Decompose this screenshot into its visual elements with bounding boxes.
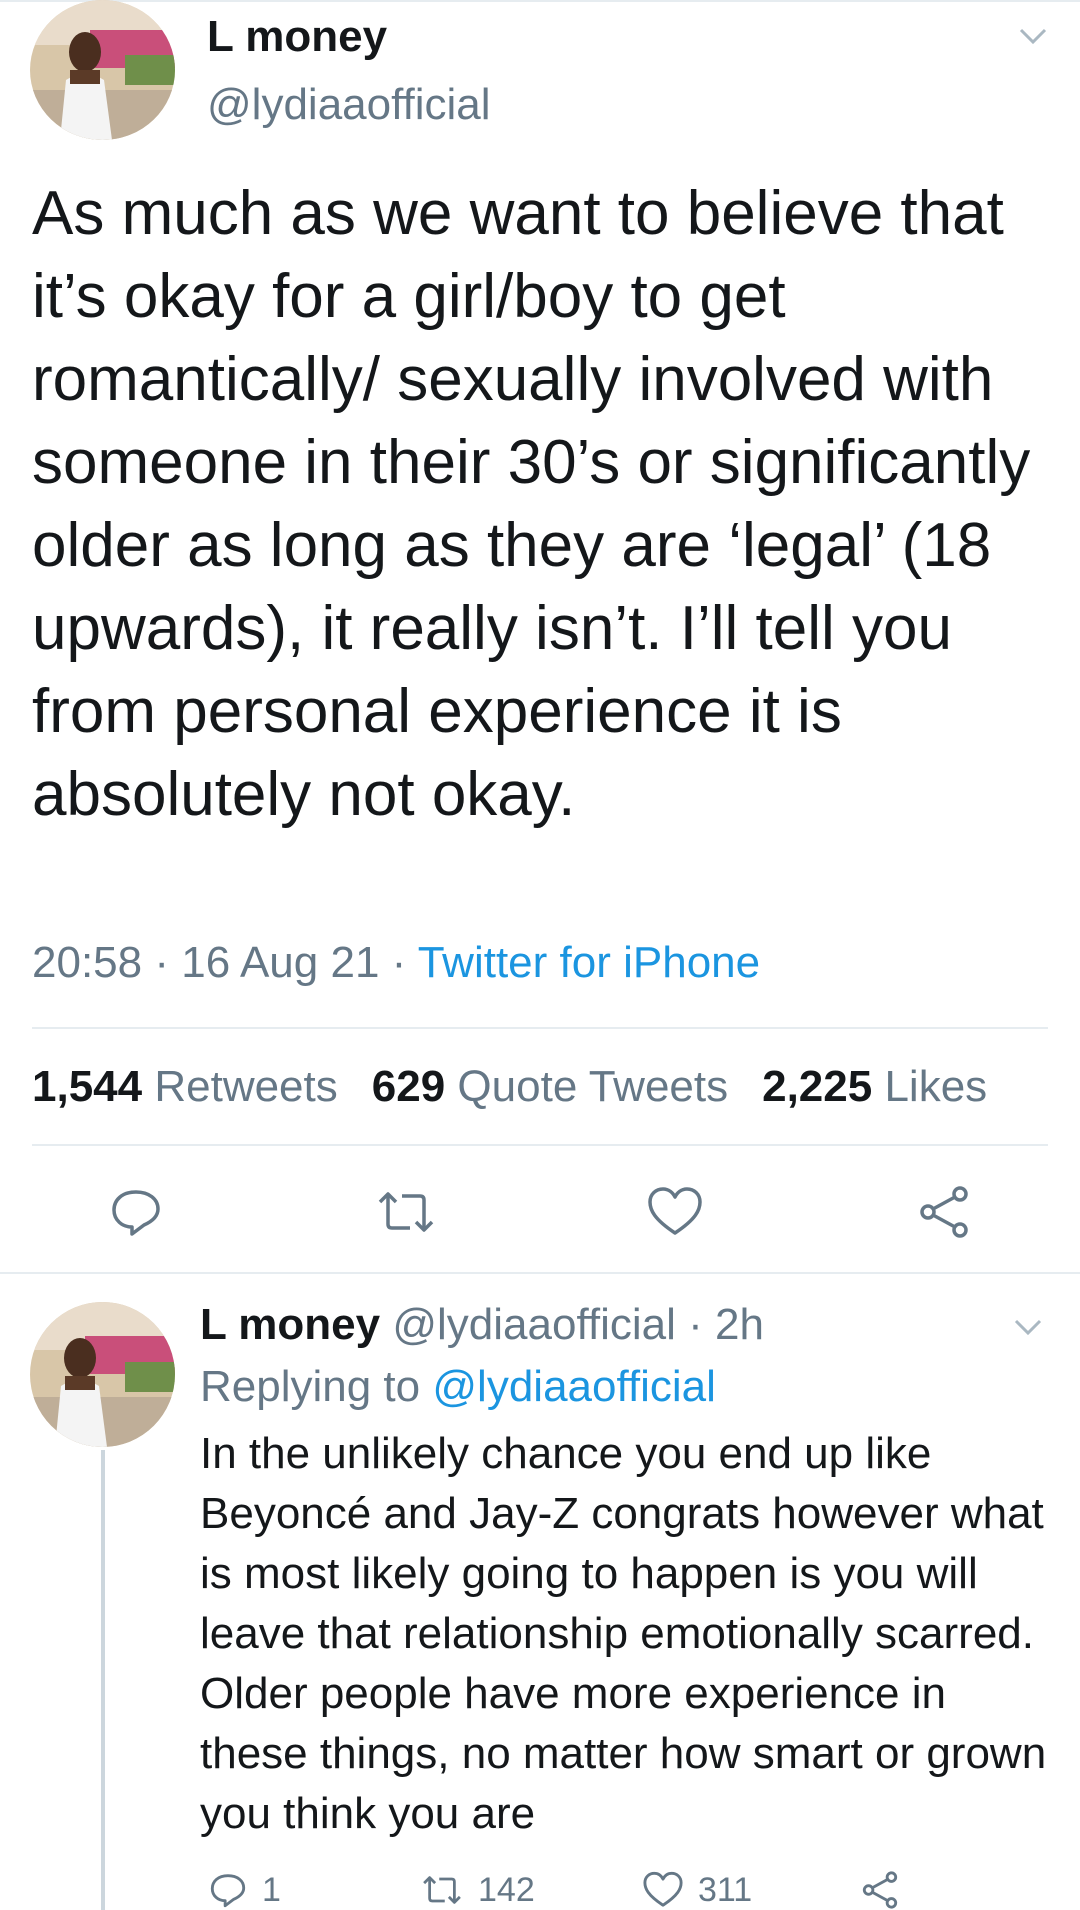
tweet-date: 16 Aug 21 [181, 938, 380, 987]
tweet-divider [0, 1272, 1080, 1274]
reply-icon[interactable] [108, 1184, 164, 1240]
meta-separator: · [675, 1300, 716, 1349]
retweets-count: 1,544 [32, 1062, 143, 1111]
tweet-source-link[interactable]: Twitter for iPhone [418, 938, 760, 987]
divider [32, 1027, 1048, 1029]
share-icon[interactable] [916, 1184, 972, 1240]
reply-reply-action[interactable]: 1 [208, 1870, 281, 1910]
reply-count: 1 [262, 1870, 281, 1909]
avatar[interactable] [30, 0, 175, 140]
replying-to-handle[interactable]: @lydiaaofficial [432, 1362, 716, 1411]
reply-share-action[interactable] [860, 1870, 914, 1910]
avatar-photo [30, 1302, 175, 1447]
quotes-count: 629 [371, 1062, 446, 1111]
tweet-time: 20:58 [32, 938, 143, 987]
thread-line [101, 1450, 105, 1910]
reply-text: In the unlikely chance you end up like B… [200, 1429, 1047, 1838]
main-tweet: L money @lydiaaofficial As much as we wa… [0, 0, 1080, 1272]
reply-icon [210, 1874, 246, 1908]
chevron-down-icon[interactable] [1018, 25, 1048, 49]
tweet-meta: 20:58 · 16 Aug 21 · Twitter for iPhone [32, 938, 760, 988]
likes-stat[interactable]: 2,225 Likes [762, 1062, 987, 1112]
reply-retweet-count: 142 [478, 1870, 535, 1909]
quotes-stat[interactable]: 629 Quote Tweets [372, 1062, 728, 1112]
replying-label: Replying to [200, 1362, 421, 1411]
reply-header: L money @lydiaaofficial · 2h [200, 1300, 764, 1350]
likes-label: Likes [884, 1062, 988, 1111]
reply-like-count: 311 [698, 1870, 753, 1909]
author-name[interactable]: L money [207, 12, 387, 62]
retweet-icon[interactable] [374, 1186, 438, 1238]
divider [32, 1144, 1048, 1146]
tweet-stats: 1,544 Retweets 629 Quote Tweets 2,225 Like… [32, 1062, 1021, 1112]
reply-retweet-action[interactable]: 142 [420, 1870, 535, 1910]
chevron-down-icon[interactable] [1013, 1316, 1043, 1340]
share-icon [862, 1871, 898, 1909]
meta-separator: · [379, 938, 418, 987]
reply-author-handle[interactable]: @lydiaaofficial [392, 1300, 676, 1349]
reply-time: 2h [715, 1300, 764, 1349]
like-icon[interactable] [646, 1186, 704, 1238]
reply-author-name[interactable]: L money [200, 1300, 380, 1349]
meta-separator: · [142, 938, 182, 987]
tweet-text: As much as we want to believe that it’s … [32, 179, 1048, 829]
likes-count: 2,225 [762, 1062, 873, 1111]
replying-to: Replying to @lydiaaofficial [200, 1362, 716, 1412]
retweets-stat[interactable]: 1,544 Retweets [32, 1062, 338, 1112]
avatar-photo [30, 0, 175, 140]
reply-like-action[interactable]: 311 [642, 1870, 752, 1910]
like-icon [643, 1871, 683, 1907]
author-handle[interactable]: @lydiaaofficial [207, 80, 491, 130]
retweet-icon [423, 1876, 461, 1904]
quotes-label: Quote Tweets [457, 1062, 729, 1111]
retweets-label: Retweets [154, 1062, 338, 1111]
reply-avatar[interactable] [30, 1302, 175, 1447]
